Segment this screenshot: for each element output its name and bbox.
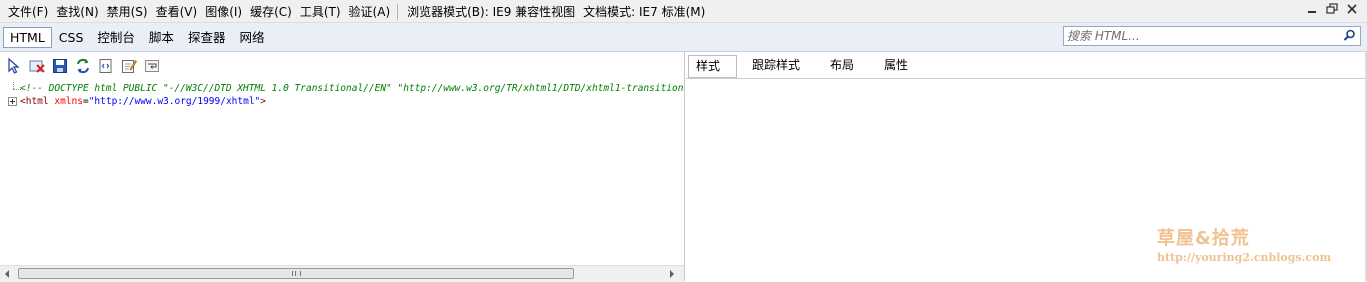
tab-layout[interactable]: 布局 [815,55,869,76]
menu-disable[interactable]: 禁用(S) [103,4,152,20]
source-view-icon[interactable] [96,57,116,75]
menu-tools[interactable]: 工具(T) [296,4,345,20]
scrollbar-thumb[interactable] [18,268,574,279]
tab-network[interactable]: 网络 [232,28,271,48]
tab-html[interactable]: HTML [3,27,52,48]
tab-attributes[interactable]: 属性 [869,55,923,76]
restore-icon[interactable] [1325,2,1339,16]
html-tag-close: > [260,96,267,107]
edit-icon[interactable] [119,57,139,75]
tree-row-doctype[interactable]: <!-- DOCTYPE html PUBLIC "-//W3C//DTD XH… [8,82,684,95]
tree-row-html[interactable]: <html xmlns="http://www.w3.org/1999/xhtm… [8,95,684,108]
tab-css[interactable]: CSS [52,28,91,48]
document-mode-menu[interactable]: 文档模式: IE7 标准(M) [579,3,709,20]
browser-mode-menu[interactable]: 浏览器模式(B): IE9 兼容性视图 [403,3,579,20]
watermark-title: 草屋&拾荒 [1157,228,1250,249]
html-toolbar [4,57,162,75]
minimize-icon[interactable] [1305,2,1319,16]
menu-separator [397,3,399,20]
menu-file[interactable]: 文件(F) [4,4,52,20]
tree-connector [8,82,21,95]
watermark-url: http://youring2.cnblogs.com [1157,251,1332,264]
menu-cache[interactable]: 缓存(C) [246,4,296,20]
menu-bar: 文件(F) 查找(N) 禁用(S) 查看(V) 图像(I) 缓存(C) 工具(T… [0,0,1367,23]
menu-find[interactable]: 查找(N) [52,4,102,20]
expand-icon[interactable] [8,97,17,106]
clear-highlight-icon[interactable] [27,57,47,75]
menu-view[interactable]: 查看(V) [152,4,202,20]
search-box [1063,26,1361,46]
save-icon[interactable] [50,57,70,75]
menu-images[interactable]: 图像(I) [201,4,246,20]
word-wrap-icon[interactable] [142,57,162,75]
html-attr-name: xmlns [54,96,83,107]
scroll-right-icon[interactable] [670,270,674,278]
scroll-left-icon[interactable] [5,270,9,278]
tab-script[interactable]: 脚本 [142,28,181,48]
tab-trace-styles[interactable]: 跟踪样式 [737,55,815,76]
html-node: <html xmlns="http://www.w3.org/1999/xhtm… [20,95,266,108]
select-element-icon[interactable] [4,57,24,75]
menu-validate[interactable]: 验证(A) [345,4,395,20]
close-icon[interactable] [1345,2,1359,16]
watermark: 草屋&拾荒 http://youring2.cnblogs.com [1157,228,1331,264]
tab-styles[interactable]: 样式 [688,55,738,78]
tabs-divider [686,78,1367,79]
tab-console[interactable]: 控制台 [90,28,142,48]
tab-profiler[interactable]: 探查器 [181,28,233,48]
dom-tree: <!-- DOCTYPE html PUBLIC "-//W3C//DTD XH… [8,82,684,108]
dom-tree-pane: <!-- DOCTYPE html PUBLIC "-//W3C//DTD XH… [0,52,685,282]
doctype-comment: <!-- DOCTYPE html PUBLIC "-//W3C//DTD XH… [20,83,684,94]
refresh-icon[interactable] [73,57,93,75]
html-tag-open: <html [20,96,49,107]
horizontal-scrollbar[interactable] [0,265,684,282]
search-icon[interactable] [1343,29,1356,45]
scrollbar-grip-icon [292,271,301,276]
html-attr-value: "http://www.w3.org/1999/xhtml" [88,96,261,107]
search-input[interactable] [1067,28,1337,44]
